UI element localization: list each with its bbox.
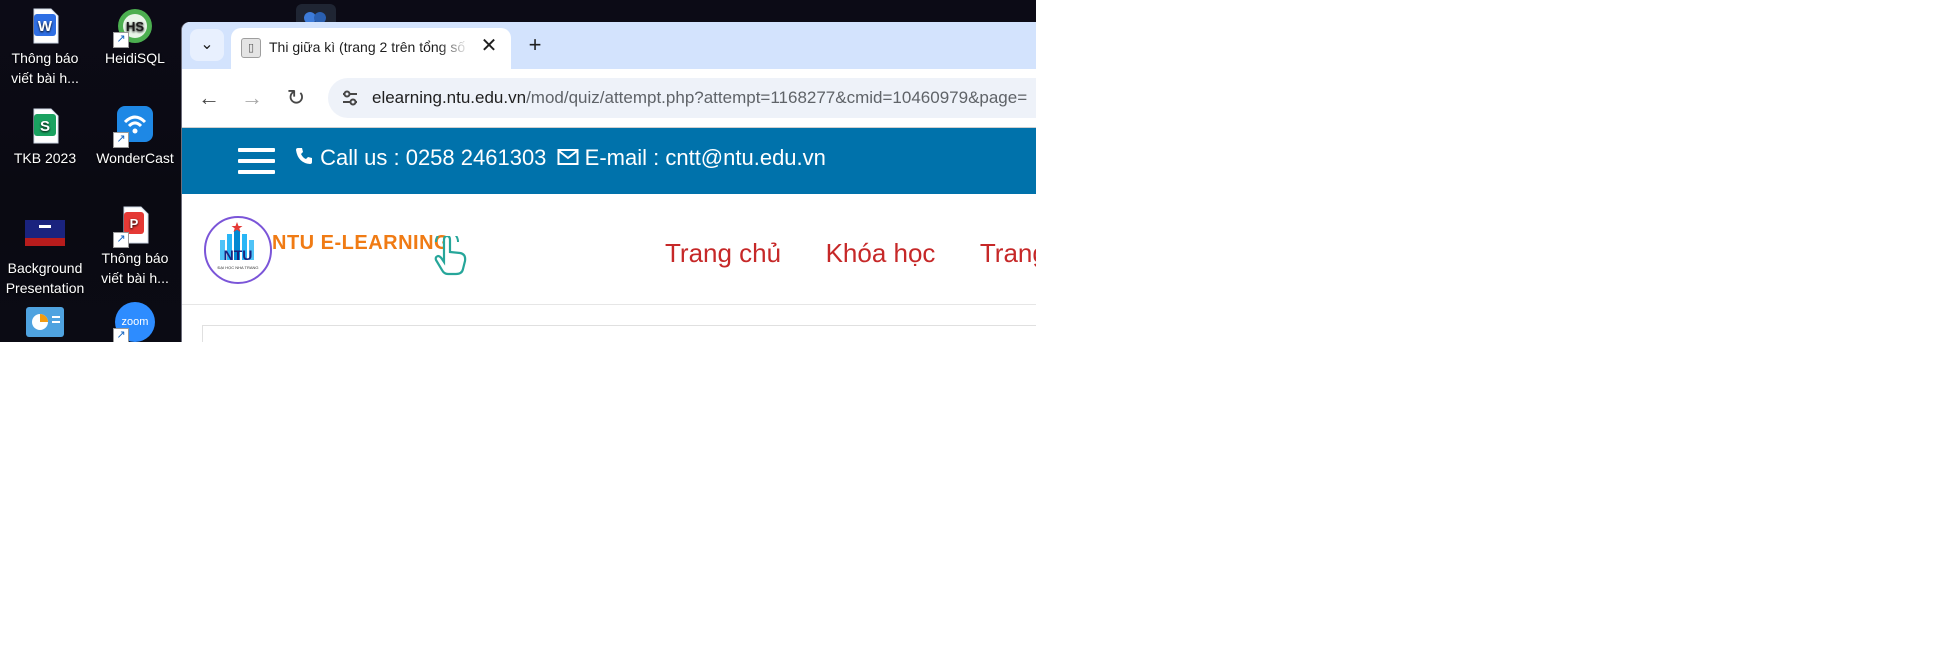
desktop-icon-wondercast[interactable]: ↗ WonderCast xyxy=(89,106,181,168)
desktop-icon-label: HeidiSQL xyxy=(105,50,165,66)
browser-toolbar: ← → ↻ elearning.ntu.edu.vn/mod/quiz/atte… xyxy=(182,69,1036,127)
logo-text[interactable]: NTU E-LEARNING xyxy=(272,232,450,255)
heidisql-icon: HS ↗ xyxy=(113,6,155,48)
web-page: Call us : 0258 2461303 E-mail : cntt@ntu… xyxy=(182,127,1036,342)
ntu-logo[interactable]: NTU ĐẠI HỌC NHA TRANG xyxy=(204,216,272,284)
svg-text:W: W xyxy=(38,18,53,35)
url-path: /mod/quiz/attempt.php?attempt=1168277&cm… xyxy=(526,88,1028,107)
desktop-icon-tkb[interactable]: S TKB 2023 xyxy=(0,106,91,168)
hamburger-menu-icon[interactable] xyxy=(238,148,275,174)
desktop-icon-label: WonderCast xyxy=(96,150,174,166)
word-doc-icon: W xyxy=(25,6,65,46)
logo-badge-subtext: ĐẠI HỌC NHA TRANG xyxy=(217,265,259,270)
reload-button[interactable]: ↻ xyxy=(281,83,311,113)
screenshot-area: W Thông báo viết bài h... S TKB 2023 Bac… xyxy=(0,0,1036,342)
desktop-icon-label: Thông báo viết bài h... xyxy=(101,250,169,286)
contact-bar: Call us : 0258 2461303 E-mail : cntt@ntu… xyxy=(182,128,1036,194)
tab-strip: ⌄ ▯ Thi giữa kì (trang 2 trên tổng số ✕ … xyxy=(182,22,1036,69)
nav-courses[interactable]: Khóa học xyxy=(826,238,936,269)
shortcut-arrow-icon: ↗ xyxy=(113,232,129,248)
shortcut-arrow-icon: ↗ xyxy=(113,132,129,148)
chevron-down-icon: ⌄ xyxy=(200,36,214,53)
url-text: elearning.ntu.edu.vn/mod/quiz/attempt.ph… xyxy=(372,88,1027,108)
favicon-icon: ▯ xyxy=(241,38,261,58)
desktop-icon-heidisql[interactable]: HS ↗ HeidiSQL xyxy=(89,6,181,68)
pointing-hand-icon xyxy=(430,230,472,281)
new-tab-button[interactable]: + xyxy=(522,32,548,58)
shortcut-arrow-icon: ↗ xyxy=(113,328,129,342)
envelope-icon xyxy=(557,146,579,172)
site-header: NTU ĐẠI HỌC NHA TRANG NTU E-LEARNING Tra… xyxy=(182,194,1036,305)
main-navigation: Trang chủ Khóa học Trang xyxy=(665,238,1036,269)
desktop-icon-word-doc[interactable]: W Thông báo viết bài h... xyxy=(0,6,91,88)
shortcut-arrow-icon: ↗ xyxy=(113,32,129,48)
presentation-thumbnail-icon xyxy=(25,220,65,250)
address-bar[interactable]: elearning.ntu.edu.vn/mod/quiz/attempt.ph… xyxy=(328,78,1036,118)
svg-text:S: S xyxy=(40,118,50,135)
svg-text:P: P xyxy=(130,216,139,231)
site-info-icon[interactable] xyxy=(336,84,364,112)
wondercast-icon: ↗ xyxy=(113,106,155,148)
logo-badge-text: NTU xyxy=(223,247,253,263)
desktop-icon-label: TKB 2023 xyxy=(13,150,77,166)
forward-button[interactable]: → xyxy=(237,83,267,113)
phone-icon xyxy=(294,146,314,172)
nav-pages[interactable]: Trang xyxy=(980,238,1036,269)
desktop-icon-label: Background Presentation xyxy=(5,260,85,296)
browser-tab-active[interactable]: ▯ Thi giữa kì (trang 2 trên tổng số ✕ xyxy=(231,28,511,69)
partial-app-icon[interactable] xyxy=(296,4,336,24)
nav-home[interactable]: Trang chủ xyxy=(665,238,781,269)
browser-window: ⌄ ▯ Thi giữa kì (trang 2 trên tổng số ✕ … xyxy=(182,22,1036,342)
desktop-icon-pdf-doc[interactable]: P ↗ Thông báo viết bài h... xyxy=(89,206,181,288)
spreadsheet-icon: S xyxy=(25,106,65,146)
tab-title: Thi giữa kì (trang 2 trên tổng số xyxy=(269,39,466,55)
close-tab-icon[interactable]: ✕ xyxy=(479,35,499,57)
tab-search-button[interactable]: ⌄ xyxy=(190,29,224,61)
content-container xyxy=(202,325,1036,342)
desktop-icon-chart-app[interactable] xyxy=(0,302,91,342)
zoom-icon: zoom ↗ xyxy=(113,302,155,342)
url-host: elearning.ntu.edu.vn xyxy=(372,88,527,107)
email-text: E-mail : cntt@ntu.edu.vn xyxy=(584,145,826,170)
chart-app-icon xyxy=(25,302,65,342)
desktop-icon-label: Thông báo viết bài h... xyxy=(11,50,79,86)
pdf-doc-icon: P ↗ xyxy=(113,206,155,248)
contact-info: Call us : 0258 2461303 E-mail : cntt@ntu… xyxy=(294,145,826,172)
desktop-icon-zoom[interactable]: zoom ↗ xyxy=(89,302,181,342)
back-button[interactable]: ← xyxy=(194,83,224,113)
phone-number-text: Call us : 0258 2461303 xyxy=(320,145,547,170)
desktop-icon-background-presentation[interactable]: Background Presentation xyxy=(0,216,91,298)
